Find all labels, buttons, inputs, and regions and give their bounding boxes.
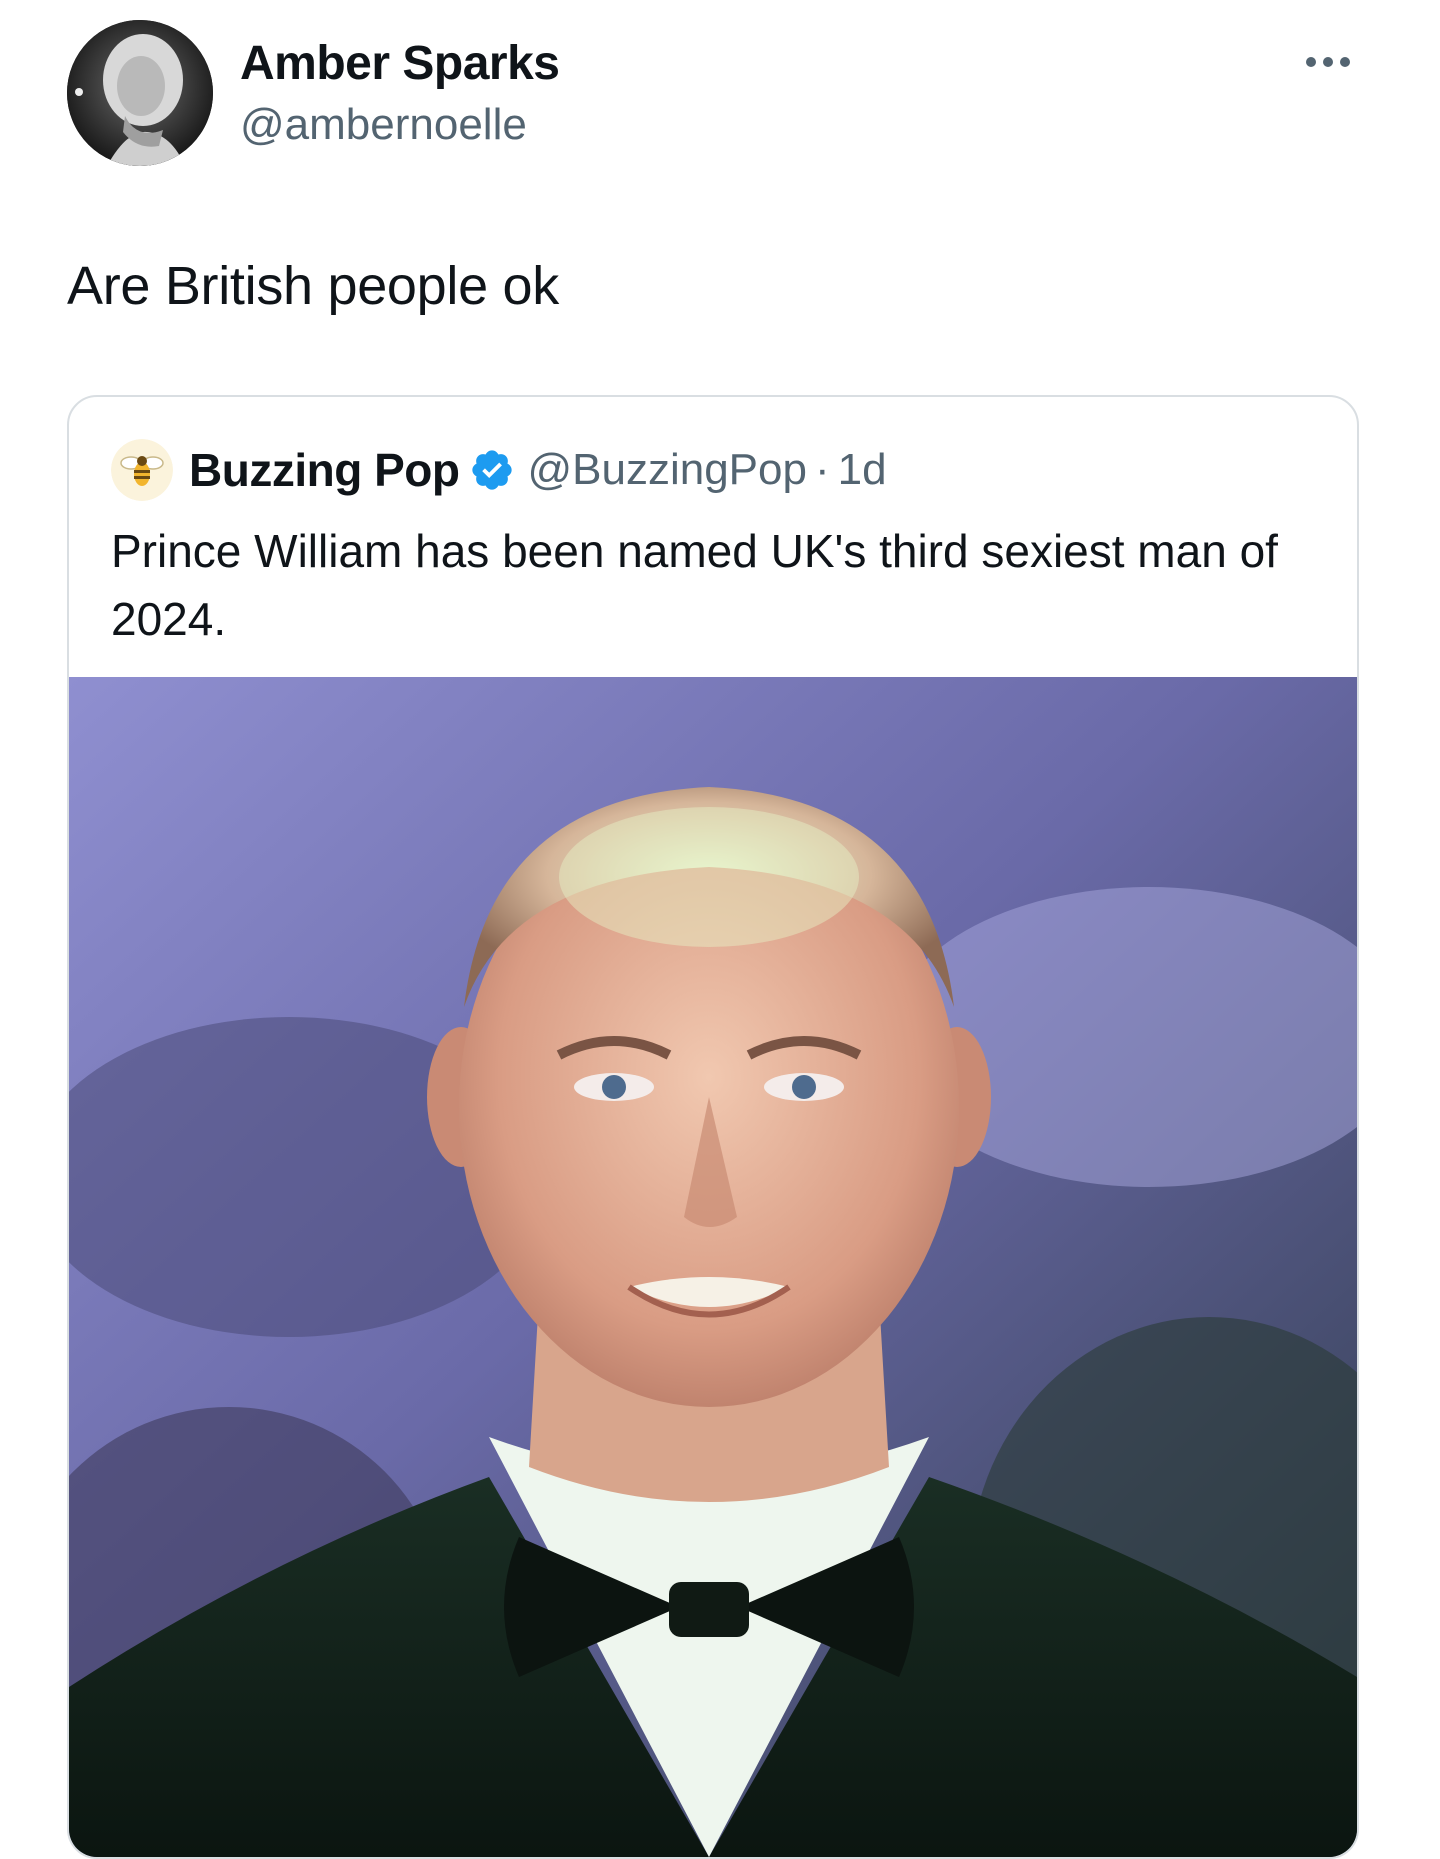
quoted-tweet-card[interactable]: Buzzing Pop @BuzzingPop · 1d Prince Will… [67,395,1359,1859]
tweet-text: Are British people ok [67,256,559,316]
quoted-author-name[interactable]: Buzzing Pop [189,443,460,497]
quoted-tweet-header: Buzzing Pop @BuzzingPop · 1d [111,435,887,505]
author-name[interactable]: Amber Sparks [240,36,560,91]
more-options-button[interactable] [1298,40,1358,84]
quoted-author-handle[interactable]: @BuzzingPop [527,445,807,495]
verified-badge-icon [472,450,513,490]
quoted-tweet-timestamp[interactable]: 1d [838,445,887,495]
quoted-author-avatar[interactable] [111,439,173,501]
quoted-tweet-photo[interactable] [69,677,1357,1857]
quoted-tweet-text: Prince William has been named UK's third… [111,525,1278,645]
author-handle[interactable]: @ambernoelle [240,100,527,150]
more-horizontal-icon [1306,57,1350,67]
separator-dot: · [814,445,830,494]
author-avatar[interactable] [67,20,213,166]
